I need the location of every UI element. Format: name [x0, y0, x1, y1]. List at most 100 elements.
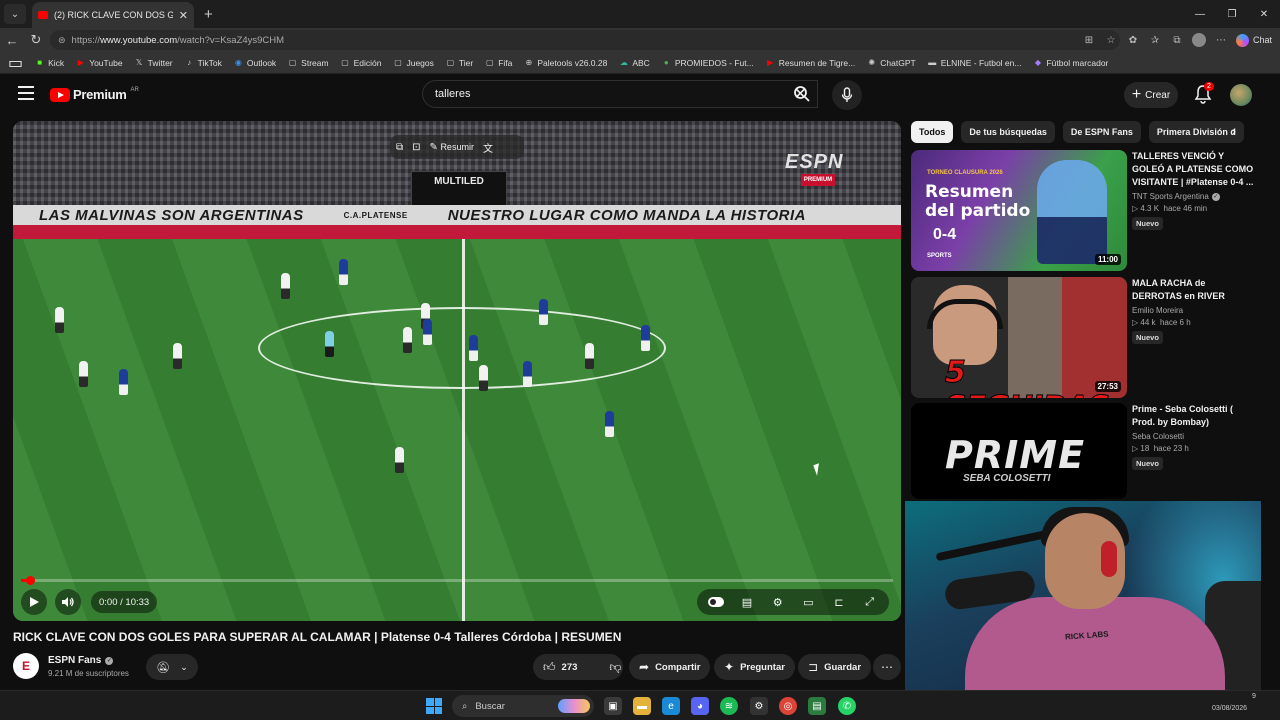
tab-list-button[interactable]: ⌄ [4, 4, 26, 24]
subtitles-icon[interactable]: ▤ [739, 595, 755, 609]
reload-button[interactable]: ↻ [24, 32, 48, 48]
chevron-right-icon[interactable]: › [1232, 124, 1236, 138]
taskbar-search[interactable]: ⌕ Buscar [452, 695, 594, 717]
discord-icon[interactable]: ◕ [691, 697, 709, 715]
video-title[interactable]: MALA RACHA de DERROTAS en RIVER [1132, 277, 1254, 303]
theater-mode-icon[interactable]: ▭ [800, 595, 816, 609]
bookmark-edicion[interactable]: ▢ Edición [341, 58, 381, 68]
bookmark-outlook[interactable]: ◉ Outlook [234, 58, 276, 68]
subscription-bell-button[interactable]: 🔕︎ ⌄ [146, 654, 198, 680]
bookmark-tiktok[interactable]: ♪ TikTok [185, 58, 222, 68]
create-button[interactable]: + Crear [1124, 82, 1178, 108]
settings-gear-icon[interactable]: ⚙ [770, 595, 786, 609]
task-view-icon[interactable]: ▣ [604, 697, 622, 715]
fullscreen-icon[interactable]: ⤢ [862, 595, 878, 609]
chip-de-tus-busquedas[interactable]: De tus búsquedas [961, 121, 1055, 143]
copilot-chat-button[interactable]: Chat [1235, 33, 1272, 47]
more-dots-icon: ⋯ [881, 660, 893, 674]
dislike-button[interactable]: 👎︎ [599, 654, 631, 680]
ask-button[interactable]: ✦ Preguntar [714, 654, 795, 680]
bookmark-stream[interactable]: ▢ Stream [288, 58, 329, 68]
bookmark-resumen-tigre[interactable]: ▶ Resumen de Tigre... [766, 58, 855, 68]
channel-avatar[interactable]: E [13, 653, 39, 679]
maximize-button[interactable]: ❐ [1216, 0, 1248, 28]
youtube-logo[interactable]: Premium AR [50, 87, 139, 102]
player-figure [605, 411, 614, 437]
reading-list-icon[interactable]: ▭ [8, 53, 23, 73]
file-explorer-icon[interactable]: ▬ [633, 697, 651, 715]
save-button[interactable]: ⊐ Guardar [798, 654, 872, 680]
steam-icon[interactable]: ⚙ [750, 697, 768, 715]
search-input[interactable]: talleres ✕ [422, 80, 818, 108]
video-channel[interactable]: Emilio Moreira [1132, 306, 1254, 315]
video-title[interactable]: Prime - Seba Colosetti ( Prod. by Bombay… [1132, 403, 1254, 429]
video-channel[interactable]: Seba Colosetti [1132, 432, 1254, 441]
bookmark-abc[interactable]: ☁ ABC [619, 58, 650, 68]
video-player[interactable]: MULTILED LAS MALVINAS SON ARGENTINAS C.A… [13, 121, 901, 621]
favorites-icon[interactable]: ✰ [1148, 33, 1162, 47]
video-thumbnail[interactable]: 5 SEGUIDAS 27:53 [911, 277, 1127, 398]
picture-in-picture-icon[interactable]: ⊡ [412, 142, 420, 153]
chip-primera-division[interactable]: Primera División d [1148, 121, 1244, 143]
miniplayer-icon[interactable]: ⧉ [396, 142, 403, 153]
url-input[interactable]: ⊜ https://www.youtube.com/watch?v=KsaZ4y… [50, 30, 1120, 50]
favorite-star-icon[interactable]: ☆ [1104, 33, 1118, 47]
channel-name[interactable]: ESPN Fans ✓ [48, 655, 114, 666]
recommended-video[interactable]: TORNEO CLAUSURA 2026 Resumen del partido … [911, 150, 1256, 271]
bookmark-kick[interactable]: ■ Kick [35, 58, 64, 68]
chip-todos[interactable]: Todos [911, 121, 954, 143]
bookmark-fifa[interactable]: ▢ Fifa [485, 58, 512, 68]
bookmark-promiedos[interactable]: ● PROMIEDOS - Fut... [662, 58, 754, 68]
like-button[interactable]: 👍︎ 273 [533, 654, 587, 680]
bookmark-juegos[interactable]: ▢ Juegos [393, 58, 434, 68]
voice-search-button[interactable] [832, 80, 862, 110]
bookmark-tier[interactable]: ▢ Tier [446, 58, 474, 68]
video-channel[interactable]: TNT Sports Argentina ✓ [1132, 192, 1254, 201]
back-button[interactable]: ← [0, 33, 24, 48]
progress-scrubber[interactable] [25, 576, 35, 585]
new-tab-button[interactable]: + [204, 6, 213, 23]
edge-browser-icon[interactable]: e [662, 697, 680, 715]
cast-icon[interactable]: ⊏ [831, 595, 847, 609]
bookmark-futbol-marcador[interactable]: ◆ Fútbol marcador [1033, 58, 1108, 68]
notes-app-icon[interactable]: ▤ [808, 697, 826, 715]
notifications-button[interactable]: 2 [1194, 82, 1214, 104]
close-tab-icon[interactable]: ✕ [179, 9, 188, 22]
play-button[interactable] [21, 589, 47, 615]
chrome-icon[interactable]: ◎ [779, 697, 797, 715]
minimize-button[interactable]: — [1184, 0, 1216, 28]
windows-start-icon[interactable] [426, 698, 442, 714]
search-button[interactable] [786, 80, 818, 108]
mute-button[interactable] [55, 589, 81, 615]
account-avatar[interactable] [1230, 84, 1252, 106]
browser-profile-avatar[interactable] [1191, 33, 1206, 47]
video-title[interactable]: TALLERES VENCIÓ Y GOLEÓ A PLATENSE COMO … [1132, 150, 1254, 189]
whatsapp-icon[interactable]: ✆ [838, 697, 856, 715]
site-info-icon[interactable]: ⊜ [58, 35, 66, 46]
spotify-icon[interactable]: ≋ [720, 697, 738, 715]
bookmark-twitter[interactable]: 𝕏 Twitter [135, 58, 173, 68]
more-menu-icon[interactable]: ⋯ [1214, 33, 1228, 47]
video-thumbnail[interactable]: TORNEO CLAUSURA 2026 Resumen del partido … [911, 150, 1127, 271]
summarize-button[interactable]: ✎ Resumir [430, 142, 474, 153]
translate-icon[interactable]: 文 [483, 140, 493, 155]
menu-icon[interactable] [18, 86, 34, 100]
player-controls: 0:00 / 10:33 ▤ ⚙ ▭ ⊏ ⤢ [13, 585, 901, 617]
progress-bar[interactable] [21, 576, 893, 585]
x-icon: 𝕏 [135, 58, 143, 67]
extensions-icon[interactable]: ✿ [1126, 33, 1140, 47]
share-button[interactable]: ➦ Compartir [629, 654, 711, 680]
collections-icon[interactable]: ⧉ [1170, 33, 1184, 47]
chip-de-espn-fans[interactable]: De ESPN Fans [1062, 121, 1141, 143]
bookmark-elnine[interactable]: ▬ ELNINE - Futbol en... [928, 58, 1021, 68]
bookmark-chatgpt[interactable]: ✺ ChatGPT [867, 58, 915, 68]
app-install-icon[interactable]: ⊞ [1082, 33, 1096, 47]
close-window-button[interactable]: ✕ [1248, 0, 1280, 28]
bookmark-youtube[interactable]: ▶ YouTube [76, 58, 123, 68]
autoplay-toggle[interactable] [708, 595, 725, 609]
recommended-video[interactable]: 5 SEGUIDAS 27:53 MALA RACHA de DERROTAS … [911, 277, 1256, 398]
more-actions-button[interactable]: ⋯ [873, 654, 901, 680]
browser-tab-active[interactable]: (2) RICK CLAVE CON DOS GOLES PARA SUPERA… [32, 2, 194, 28]
video-thumbnail[interactable]: PRIME SEBA COLOSETTI [911, 403, 1127, 499]
bookmark-paletools[interactable]: ⊕ Paletools v26.0.28 [524, 58, 608, 68]
